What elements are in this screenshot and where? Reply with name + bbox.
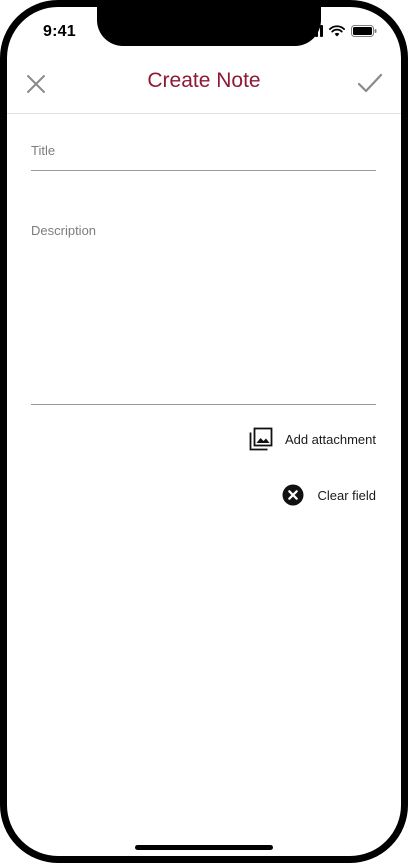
title-placeholder: Title bbox=[31, 143, 56, 158]
checkmark-icon bbox=[357, 73, 383, 93]
status-time: 9:41 bbox=[43, 23, 76, 40]
battery-icon bbox=[351, 25, 377, 37]
phone-frame: 9:41 Create Note Title Description Add a… bbox=[0, 0, 408, 863]
wifi-icon bbox=[329, 25, 345, 37]
page-title: Create Note bbox=[147, 69, 261, 92]
image-gallery-icon bbox=[249, 427, 273, 451]
description-field[interactable]: Description bbox=[31, 215, 376, 405]
status-icons bbox=[305, 25, 377, 37]
description-placeholder: Description bbox=[31, 223, 97, 238]
add-attachment-label: Add attachment bbox=[284, 431, 376, 447]
notch bbox=[97, 7, 321, 46]
clear-circle-icon bbox=[282, 484, 304, 506]
signal-icon bbox=[305, 25, 323, 37]
add-attachment-button[interactable]: Add attachment bbox=[249, 427, 376, 451]
home-indicator bbox=[135, 845, 273, 850]
save-button[interactable] bbox=[357, 72, 383, 94]
clear-field-label: Clear field bbox=[317, 487, 376, 503]
title-field[interactable]: Title bbox=[31, 135, 376, 171]
clear-field-button[interactable]: Clear field bbox=[282, 484, 376, 506]
navigation-bar: Create Note bbox=[7, 53, 401, 114]
